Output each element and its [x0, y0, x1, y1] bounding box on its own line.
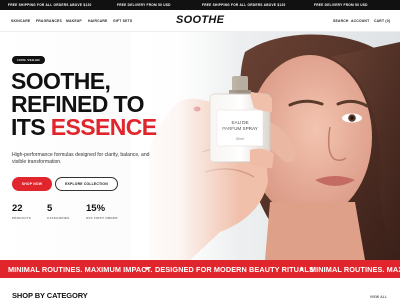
stat-discount: 15% OFF FIRST ORDER: [86, 203, 118, 221]
hero-fade-overlay: [130, 32, 240, 260]
vegan-badge: 100% VEGAN: [12, 56, 45, 64]
section-title: SHOP BY CATEGORY: [12, 291, 88, 300]
stat-label: OFF FIRST ORDER: [86, 216, 118, 220]
nav-search[interactable]: SEARCH: [333, 19, 349, 23]
hero-headline: SOOTHE, REFINED TO ITS ESSENCE: [11, 70, 157, 139]
hero-section: EAU DE PARFUM SPRAY 50 ml 100% VEGAN SOO…: [0, 32, 400, 260]
announcement-message: FREE SHIPPING FOR ALL ORDERS ABOVE $120: [202, 3, 286, 7]
shop-now-button[interactable]: SHOP NOW: [12, 177, 52, 191]
announcement-message: FREE SHIPPING FOR ALL ORDERS ABOVE $120: [8, 3, 92, 7]
headline-prefix: ITS: [11, 114, 51, 140]
marquee-text: MINIMAL ROUTINES. MAXIMUM IMPACT.: [8, 265, 153, 274]
stat-value: 15%: [86, 203, 106, 214]
nav-haircare[interactable]: HAIRCARE: [88, 19, 108, 23]
star-icon: ✷: [144, 266, 150, 273]
marquee-text: DESIGNED FOR MODERN BEAUTY RITUALS.: [155, 265, 317, 274]
stat-label: PRODUCTS: [12, 216, 32, 220]
hero-description: High-performance formulas designed for c…: [12, 152, 150, 166]
stat-value: 5: [47, 203, 53, 214]
headline-line-2: REFINED TO: [11, 91, 144, 117]
view-all-link[interactable]: VIEW ALL: [370, 295, 387, 299]
announcement-message: FREE DELIVERY FROM 50 USD: [117, 3, 171, 7]
stat-products: 22 PRODUCTS: [12, 203, 32, 221]
nav-gift-sets[interactable]: GIFT SETS: [113, 19, 132, 23]
stat-label: CATEGORIES: [47, 216, 70, 220]
announcement-message: FREE DELIVERY FROM 50 USD: [314, 3, 368, 7]
site-logo[interactable]: SOOTHE: [176, 14, 224, 26]
site-header: SKINCARE FRAGRANCES MAKEUP HAIRCARE GIFT…: [0, 10, 400, 32]
stat-value: 22: [12, 203, 23, 214]
nav-cart[interactable]: CART (0): [374, 19, 390, 23]
headline-line-1: SOOTHE,: [11, 68, 111, 94]
announcement-bar: FREE SHIPPING FOR ALL ORDERS ABOVE $120 …: [0, 0, 400, 10]
stat-categories: 5 CATEGORIES: [47, 203, 70, 221]
nav-account[interactable]: ACCOUNT: [351, 19, 369, 23]
marquee-band: MINIMAL ROUTINES. MAXIMUM IMPACT. ✷ DESI…: [0, 260, 400, 278]
headline-line-3: ITS ESSENCE: [11, 116, 157, 139]
nav-fragrances[interactable]: FRAGRANCES: [36, 19, 62, 23]
headline-accent: ESSENCE: [50, 114, 157, 140]
nav-skincare[interactable]: SKINCARE: [11, 19, 30, 23]
explore-collection-button[interactable]: EXPLORE COLLECTION: [55, 177, 118, 191]
star-icon: ✷: [299, 266, 305, 273]
marquee-text: MINIMAL ROUTINES. MAXIMUM IMPACT.: [310, 265, 400, 274]
nav-makeup[interactable]: MAKEUP: [66, 19, 82, 23]
